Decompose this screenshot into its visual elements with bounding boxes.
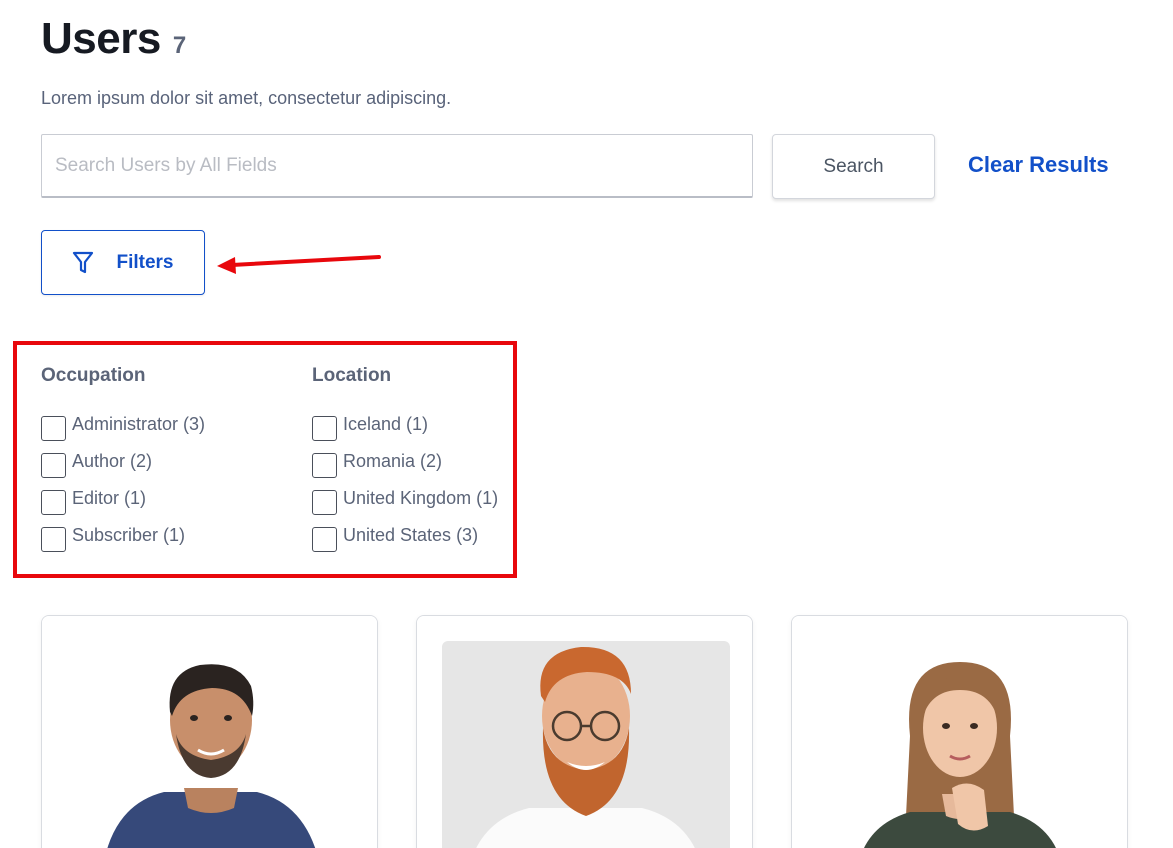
users-page: Users 7 Lorem ipsum dolor sit amet, cons… [0,0,1173,848]
clear-results-link[interactable]: Clear Results [968,152,1109,178]
filter-option-iceland[interactable]: Iceland (1) [312,413,498,450]
filter-panel: Occupation Administrator (3) Author (2) … [13,341,517,578]
filter-heading-occupation: Occupation [41,365,146,386]
search-button[interactable]: Search [772,134,935,199]
filter-option-label: United States (3) [343,525,479,545]
page-title: Users [41,14,161,63]
user-photo [792,616,1127,848]
checkbox[interactable] [41,416,66,441]
user-card[interactable] [416,615,753,848]
filter-option-romania[interactable]: Romania (2) [312,450,498,487]
filter-funnel-icon [72,251,94,275]
filter-option-label: Iceland (1) [343,414,429,434]
filter-option-label: Subscriber (1) [72,525,186,545]
user-count-badge: 7 [172,32,187,59]
page-subtitle: Lorem ipsum dolor sit amet, consectetur … [41,88,452,108]
filters-button-label: Filters [116,251,174,273]
filter-option-label: United Kingdom (1) [343,488,499,508]
search-input[interactable] [41,134,753,198]
location-filter-group: Location Iceland (1) Romania (2) United … [312,365,498,561]
checkbox[interactable] [312,490,337,515]
checkbox[interactable] [312,453,337,478]
page-header: Users 7 [41,14,186,64]
filter-option-editor[interactable]: Editor (1) [41,487,205,524]
filter-option-united-kingdom[interactable]: United Kingdom (1) [312,487,498,524]
user-photo [42,616,377,848]
user-card[interactable] [41,615,378,848]
user-photo [417,616,752,848]
filter-option-united-states[interactable]: United States (3) [312,524,498,561]
filter-option-label: Editor (1) [72,488,147,508]
filter-option-label: Romania (2) [343,451,443,471]
filters-button[interactable]: Filters [41,230,205,295]
filter-option-label: Administrator (3) [72,414,206,434]
checkbox[interactable] [41,453,66,478]
checkbox[interactable] [41,490,66,515]
user-card[interactable] [791,615,1128,848]
filter-heading-location: Location [312,365,392,386]
annotation-arrow-icon [217,255,381,274]
checkbox[interactable] [312,527,337,552]
filter-option-label: Author (2) [72,451,153,471]
checkbox[interactable] [41,527,66,552]
filter-option-subscriber[interactable]: Subscriber (1) [41,524,205,561]
occupation-filter-group: Occupation Administrator (3) Author (2) … [41,365,205,561]
filter-option-author[interactable]: Author (2) [41,450,205,487]
filter-option-administrator[interactable]: Administrator (3) [41,413,205,450]
checkbox[interactable] [312,416,337,441]
